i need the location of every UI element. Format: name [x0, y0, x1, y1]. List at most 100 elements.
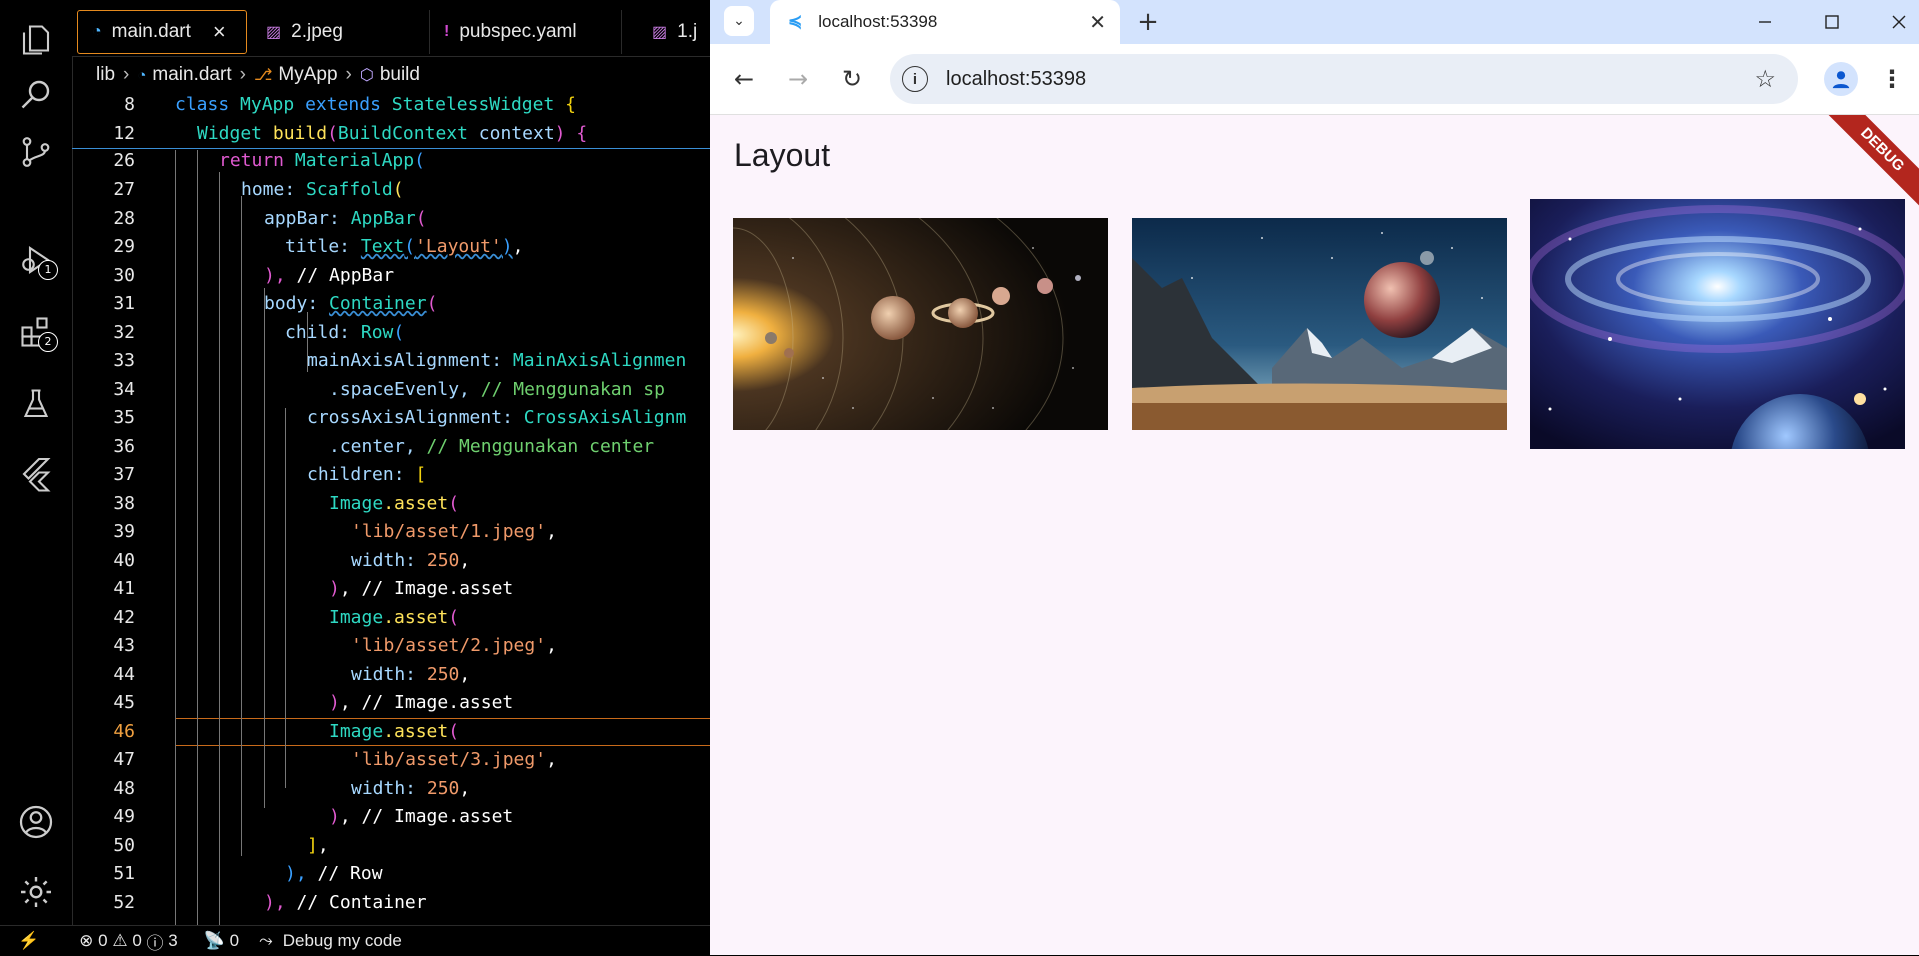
- tab-search-button[interactable]: ⌄: [724, 6, 754, 36]
- info-count: 3: [168, 931, 178, 950]
- galaxy-image: [1530, 199, 1905, 449]
- image-galaxy: [1530, 199, 1905, 449]
- testing-icon[interactable]: [14, 382, 58, 426]
- profile-icon: [1832, 71, 1850, 89]
- code-line: appBar: AppBar(: [264, 208, 427, 229]
- line-number: 31: [113, 293, 135, 314]
- editor-tabs: ◔ main.dart × ▨ 2.jpeg ! pubspec.yaml ▨ …: [72, 0, 710, 57]
- line-number: 12: [113, 123, 135, 144]
- line-number: 35: [113, 407, 135, 428]
- code-line: crossAxisAlignment: CrossAxisAlignm: [307, 407, 687, 428]
- code-line: ), // Image.asset: [329, 806, 514, 827]
- reload-button[interactable]: ↻: [832, 59, 872, 99]
- line-number: 47: [113, 749, 135, 770]
- breadcrumb-method[interactable]: build: [380, 64, 420, 86]
- code-line: ), // Row: [285, 863, 383, 884]
- warning-icon: ⚠: [112, 931, 128, 950]
- code-line: body: Container(: [264, 293, 438, 314]
- line-number: 8: [124, 94, 135, 115]
- back-button[interactable]: ←: [724, 59, 764, 99]
- debug-label[interactable]: Debug my code: [283, 931, 402, 951]
- code-line: children: [: [307, 464, 427, 485]
- line-number: 26: [113, 150, 135, 171]
- breadcrumb-file[interactable]: main.dart: [152, 64, 231, 86]
- tab-2-jpeg[interactable]: ▨ 2.jpeg: [252, 10, 430, 54]
- new-tab-button[interactable]: +: [1130, 4, 1166, 40]
- solar-system-image: [733, 218, 1108, 430]
- code-line: .center, // Menggunakan center: [329, 436, 655, 457]
- alien-landscape-image: [1132, 218, 1507, 430]
- indent-guide: [219, 172, 220, 925]
- dart-file-icon: ◔: [92, 23, 102, 40]
- line-number: 30: [113, 265, 135, 286]
- tab-main-dart[interactable]: ◔ main.dart ×: [77, 10, 247, 54]
- line-number: 36: [113, 436, 135, 457]
- breadcrumb-class[interactable]: MyApp: [278, 64, 337, 86]
- bookmark-star-icon[interactable]: ☆: [1754, 65, 1776, 94]
- profile-avatar[interactable]: [1824, 62, 1858, 96]
- source-control-icon[interactable]: [14, 130, 58, 174]
- status-bar: ⚡ ⊗ 0 ⚠ 0 ⓘ 3 📡 0 ⤳ Debug my code: [0, 925, 710, 956]
- code-line: ), // Container: [264, 892, 427, 913]
- error-icon: ⊗: [79, 931, 94, 950]
- browser-toolbar: ← → ↻ i localhost:53398 ☆ ⋮: [710, 44, 1919, 115]
- image-alien-landscape: [1132, 218, 1507, 430]
- tab-label: pubspec.yaml: [459, 21, 577, 42]
- code-editor[interactable]: 8 12 26 27 28 29 30 31 32 33 34 35 36 37…: [72, 92, 710, 925]
- flutter-icon[interactable]: [14, 452, 58, 496]
- search-icon[interactable]: [14, 72, 58, 116]
- close-window-button[interactable]: [1869, 0, 1919, 44]
- indent-guide: [264, 288, 265, 808]
- line-number: 40: [113, 550, 135, 571]
- accounts-icon[interactable]: [14, 800, 58, 844]
- browser-tab[interactable]: ≼ localhost:53398 ✕: [770, 0, 1120, 44]
- error-count: 0: [98, 931, 108, 950]
- forward-button[interactable]: →: [778, 59, 818, 99]
- line-number: 52: [113, 892, 135, 913]
- address-bar[interactable]: i localhost:53398 ☆: [890, 54, 1798, 104]
- more-menu-icon[interactable]: ⋮: [1880, 59, 1904, 99]
- activity-bar: 1 2: [0, 0, 73, 925]
- close-tab-icon[interactable]: ✕: [1089, 10, 1106, 35]
- dart-file-icon: ◔: [137, 66, 147, 84]
- breadcrumb-folder[interactable]: lib: [96, 64, 115, 86]
- line-number: 27: [113, 179, 135, 200]
- line-number: 37: [113, 464, 135, 485]
- indent-guide: [241, 196, 242, 856]
- indent-guide: [175, 150, 176, 925]
- debug-banner-label: DEBUG: [1827, 115, 1919, 207]
- site-info-icon[interactable]: i: [902, 66, 928, 92]
- tab-label: 1.j: [677, 21, 698, 42]
- tab-1-jpeg[interactable]: ▨ 1.j: [638, 10, 710, 54]
- line-number: 50: [113, 835, 135, 856]
- code-line: ), // Image.asset: [329, 578, 514, 599]
- code-line: home: Scaffold(: [241, 179, 404, 200]
- close-icon[interactable]: ×: [213, 19, 226, 45]
- line-number: 49: [113, 806, 135, 827]
- run-debug-icon[interactable]: 1: [14, 238, 58, 282]
- line-number: 33: [113, 350, 135, 371]
- vscode-window: 1 2 ◔ main.dart × ▨ 2.jpeg ! pubspec.yam…: [0, 0, 710, 956]
- maximize-button[interactable]: [1802, 0, 1862, 44]
- tab-label: main.dart: [111, 21, 191, 42]
- debug-badge: 1: [38, 260, 58, 280]
- code-line: Widget build(BuildContext context) {: [197, 123, 588, 144]
- method-icon: ⬡: [359, 67, 374, 84]
- browser-tab-title: localhost:53398: [818, 12, 938, 31]
- code-line: width: 250,: [351, 664, 471, 685]
- breadcrumb: lib › ◔ main.dart › ⎇ MyApp › ⬡ build: [96, 64, 420, 86]
- ports-indicator[interactable]: 📡 0: [204, 931, 239, 951]
- image-file-icon: ▨: [652, 24, 668, 41]
- problems-indicator[interactable]: ⊗ 0 ⚠ 0 ⓘ 3: [79, 929, 178, 954]
- settings-gear-icon[interactable]: [14, 870, 58, 914]
- line-number: 32: [113, 322, 135, 343]
- flutter-app: Layout DEBUG: [710, 115, 1919, 955]
- tab-pubspec-yaml[interactable]: ! pubspec.yaml: [430, 10, 622, 54]
- remote-icon[interactable]: ⚡: [18, 931, 39, 951]
- extensions-icon[interactable]: 2: [14, 310, 58, 354]
- line-number: 45: [113, 692, 135, 713]
- explorer-icon[interactable]: [14, 18, 58, 62]
- code-line: 'lib/asset/3.jpeg',: [351, 749, 557, 770]
- app-bar-title: Layout: [734, 137, 831, 173]
- minimize-button[interactable]: [1735, 0, 1795, 44]
